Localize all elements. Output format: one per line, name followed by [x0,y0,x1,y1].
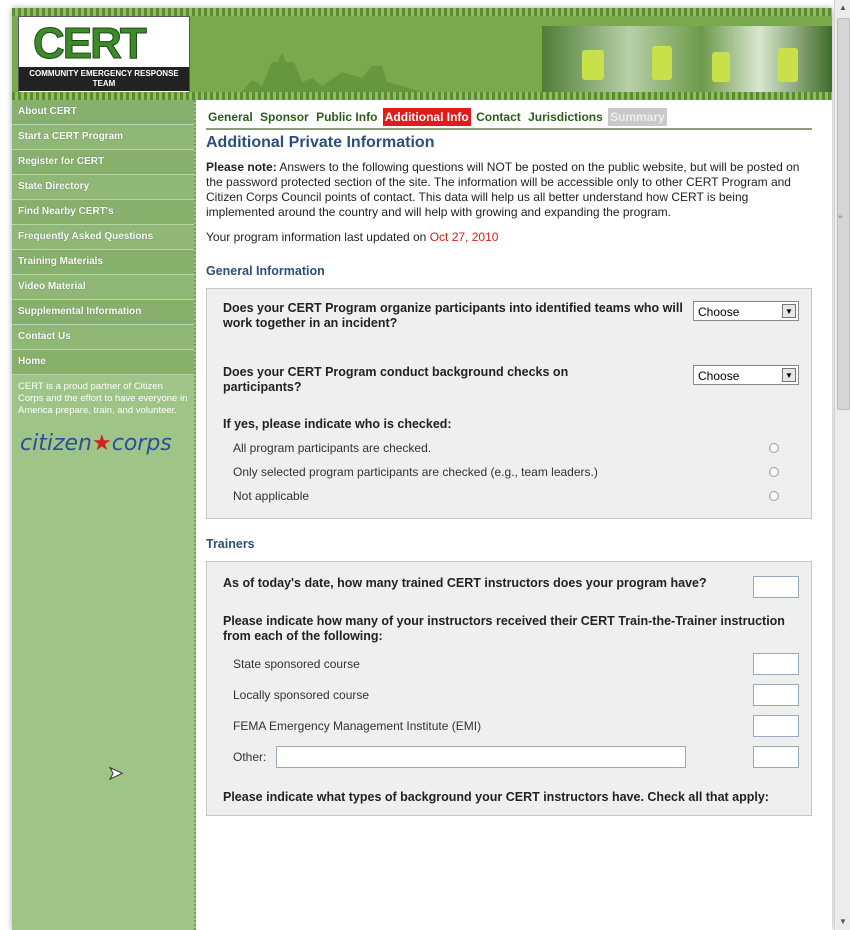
skyline-graphic [242,52,422,92]
citizen-corps-logo[interactable]: citizen★corps [20,431,194,456]
sidebar-item-faq[interactable]: Frequently Asked Questions [12,225,194,250]
star-icon: ★ [91,431,112,456]
sidebar-item-find-nearby[interactable]: Find Nearby CERT's [12,200,194,225]
section-general-title: General Information [206,264,325,278]
source-row-state: State sponsored course [223,648,799,679]
state-course-input[interactable] [753,652,799,675]
section-trainers-title: Trainers [206,537,255,551]
background-check-question: Does your CERT Program conduct backgroun… [223,365,569,394]
instructor-count-row: As of today's date, how many trained CER… [223,576,799,598]
sidebar-item-supplemental-info[interactable]: Supplemental Information [12,300,194,325]
logo-wordmark: CERT [33,19,148,69]
source-label: FEMA Emergency Management Institute (EMI… [233,718,482,733]
browser-window: CERT COMMUNITY EMERGENCY RESPONSE TEAM A… [12,8,832,930]
scroll-up-icon[interactable]: ▲ [835,0,850,16]
sidebar-item-start-program[interactable]: Start a CERT Program [12,125,194,150]
option-not-applicable[interactable]: Not applicable [223,484,799,508]
source-label: Locally sponsored course [233,687,370,702]
instructor-count-question: As of today's date, how many trained CER… [223,576,707,590]
teams-select-value: Choose [698,305,740,319]
trainers-panel: As of today's date, how many trained CER… [206,561,812,816]
sidebar-item-about-cert[interactable]: About CERT [12,100,194,125]
teams-question-row: Does your CERT Program organize particip… [223,301,799,331]
general-info-panel: Does your CERT Program organize particip… [206,288,812,519]
teams-select[interactable]: Choose ▼ [693,301,799,321]
note-text: Answers to the following questions will … [206,160,800,219]
option-selected-checked[interactable]: Only selected program participants are c… [223,460,799,484]
radio-selected-checked[interactable] [769,467,779,477]
last-updated: Your program information last updated on… [206,230,812,244]
form-tabs: General Sponsor Public Info Additional I… [206,108,812,130]
citizen-corps-logo-part2: corps [111,431,172,456]
who-checked-question: If yes, please indicate who is checked: [223,417,452,431]
background-check-row: Does your CERT Program conduct backgroun… [223,365,799,395]
updated-prefix: Your program information last updated on [206,230,430,244]
option-label: All program participants are checked. [233,441,432,455]
other-label: Other: [233,749,267,764]
note-label: Please note: [206,160,277,174]
tab-general[interactable]: General [206,108,255,126]
citizen-corps-logo-part1: citizen [20,431,92,456]
source-row-emi: FEMA Emergency Management Institute (EMI… [223,710,799,741]
main-content: General Sponsor Public Info Additional I… [206,108,812,830]
source-label: State sponsored course [233,656,360,671]
logo-subtitle: COMMUNITY EMERGENCY RESPONSE TEAM [19,67,189,91]
option-label: Not applicable [233,489,310,503]
sidebar-item-register[interactable]: Register for CERT [12,150,194,175]
background-check-select-value: Choose [698,369,740,383]
dropdown-arrow-icon: ▼ [782,368,796,382]
site-header: CERT COMMUNITY EMERGENCY RESPONSE TEAM [12,8,832,100]
sidebar-item-home[interactable]: Home [12,350,194,375]
grip-icon: ≡ [838,212,843,221]
sidebar-nav: About CERT Start a CERT Program Register… [12,100,196,930]
mouse-cursor-icon: ➤ [107,763,124,784]
partner-text: CERT is a proud partner of Citizen Corps… [18,381,188,416]
local-course-input[interactable] [753,683,799,706]
tab-jurisdictions[interactable]: Jurisdictions [526,108,605,126]
option-label: Only selected program participants are c… [233,465,598,479]
source-row-other: Other: [223,741,799,772]
other-course-input[interactable] [753,745,799,768]
instructor-background-question: Please indicate what types of background… [223,790,769,804]
header-stripe-top [12,8,832,16]
scroll-down-icon[interactable]: ▼ [835,914,850,930]
sidebar-item-video-material[interactable]: Video Material [12,275,194,300]
sidebar-item-state-directory[interactable]: State Directory [12,175,194,200]
emi-course-input[interactable] [753,714,799,737]
radio-all-checked[interactable] [769,443,779,453]
header-stripe-bottom [12,92,832,100]
background-check-select[interactable]: Choose ▼ [693,365,799,385]
dropdown-arrow-icon: ▼ [782,304,796,318]
radio-not-applicable[interactable] [769,491,779,501]
sidebar-item-contact-us[interactable]: Contact Us [12,325,194,350]
updated-date: Oct 27, 2010 [429,230,499,244]
tab-public-info[interactable]: Public Info [314,108,379,126]
tab-additional-info[interactable]: Additional Info [382,108,471,126]
sidebar-item-training-materials[interactable]: Training Materials [12,250,194,275]
tab-summary: Summary [608,108,667,126]
team-photo [542,26,832,92]
privacy-note: Please note: Answers to the following qu… [206,160,812,220]
tab-contact[interactable]: Contact [474,108,523,126]
tab-sponsor[interactable]: Sponsor [258,108,311,126]
page-scrollbar[interactable]: ▲ ≡ ▼ [834,0,850,930]
teams-question: Does your CERT Program organize particip… [223,301,683,330]
train-the-trainer-question: Please indicate how many of your instruc… [223,614,785,643]
cert-logo[interactable]: CERT COMMUNITY EMERGENCY RESPONSE TEAM [18,16,190,94]
source-row-local: Locally sponsored course [223,679,799,710]
page-title: Additional Private Information [206,134,435,151]
other-source-input[interactable] [276,745,687,768]
other-group: Other: [233,745,687,768]
instructor-count-input[interactable] [753,576,799,598]
option-all-checked[interactable]: All program participants are checked. [223,436,799,460]
